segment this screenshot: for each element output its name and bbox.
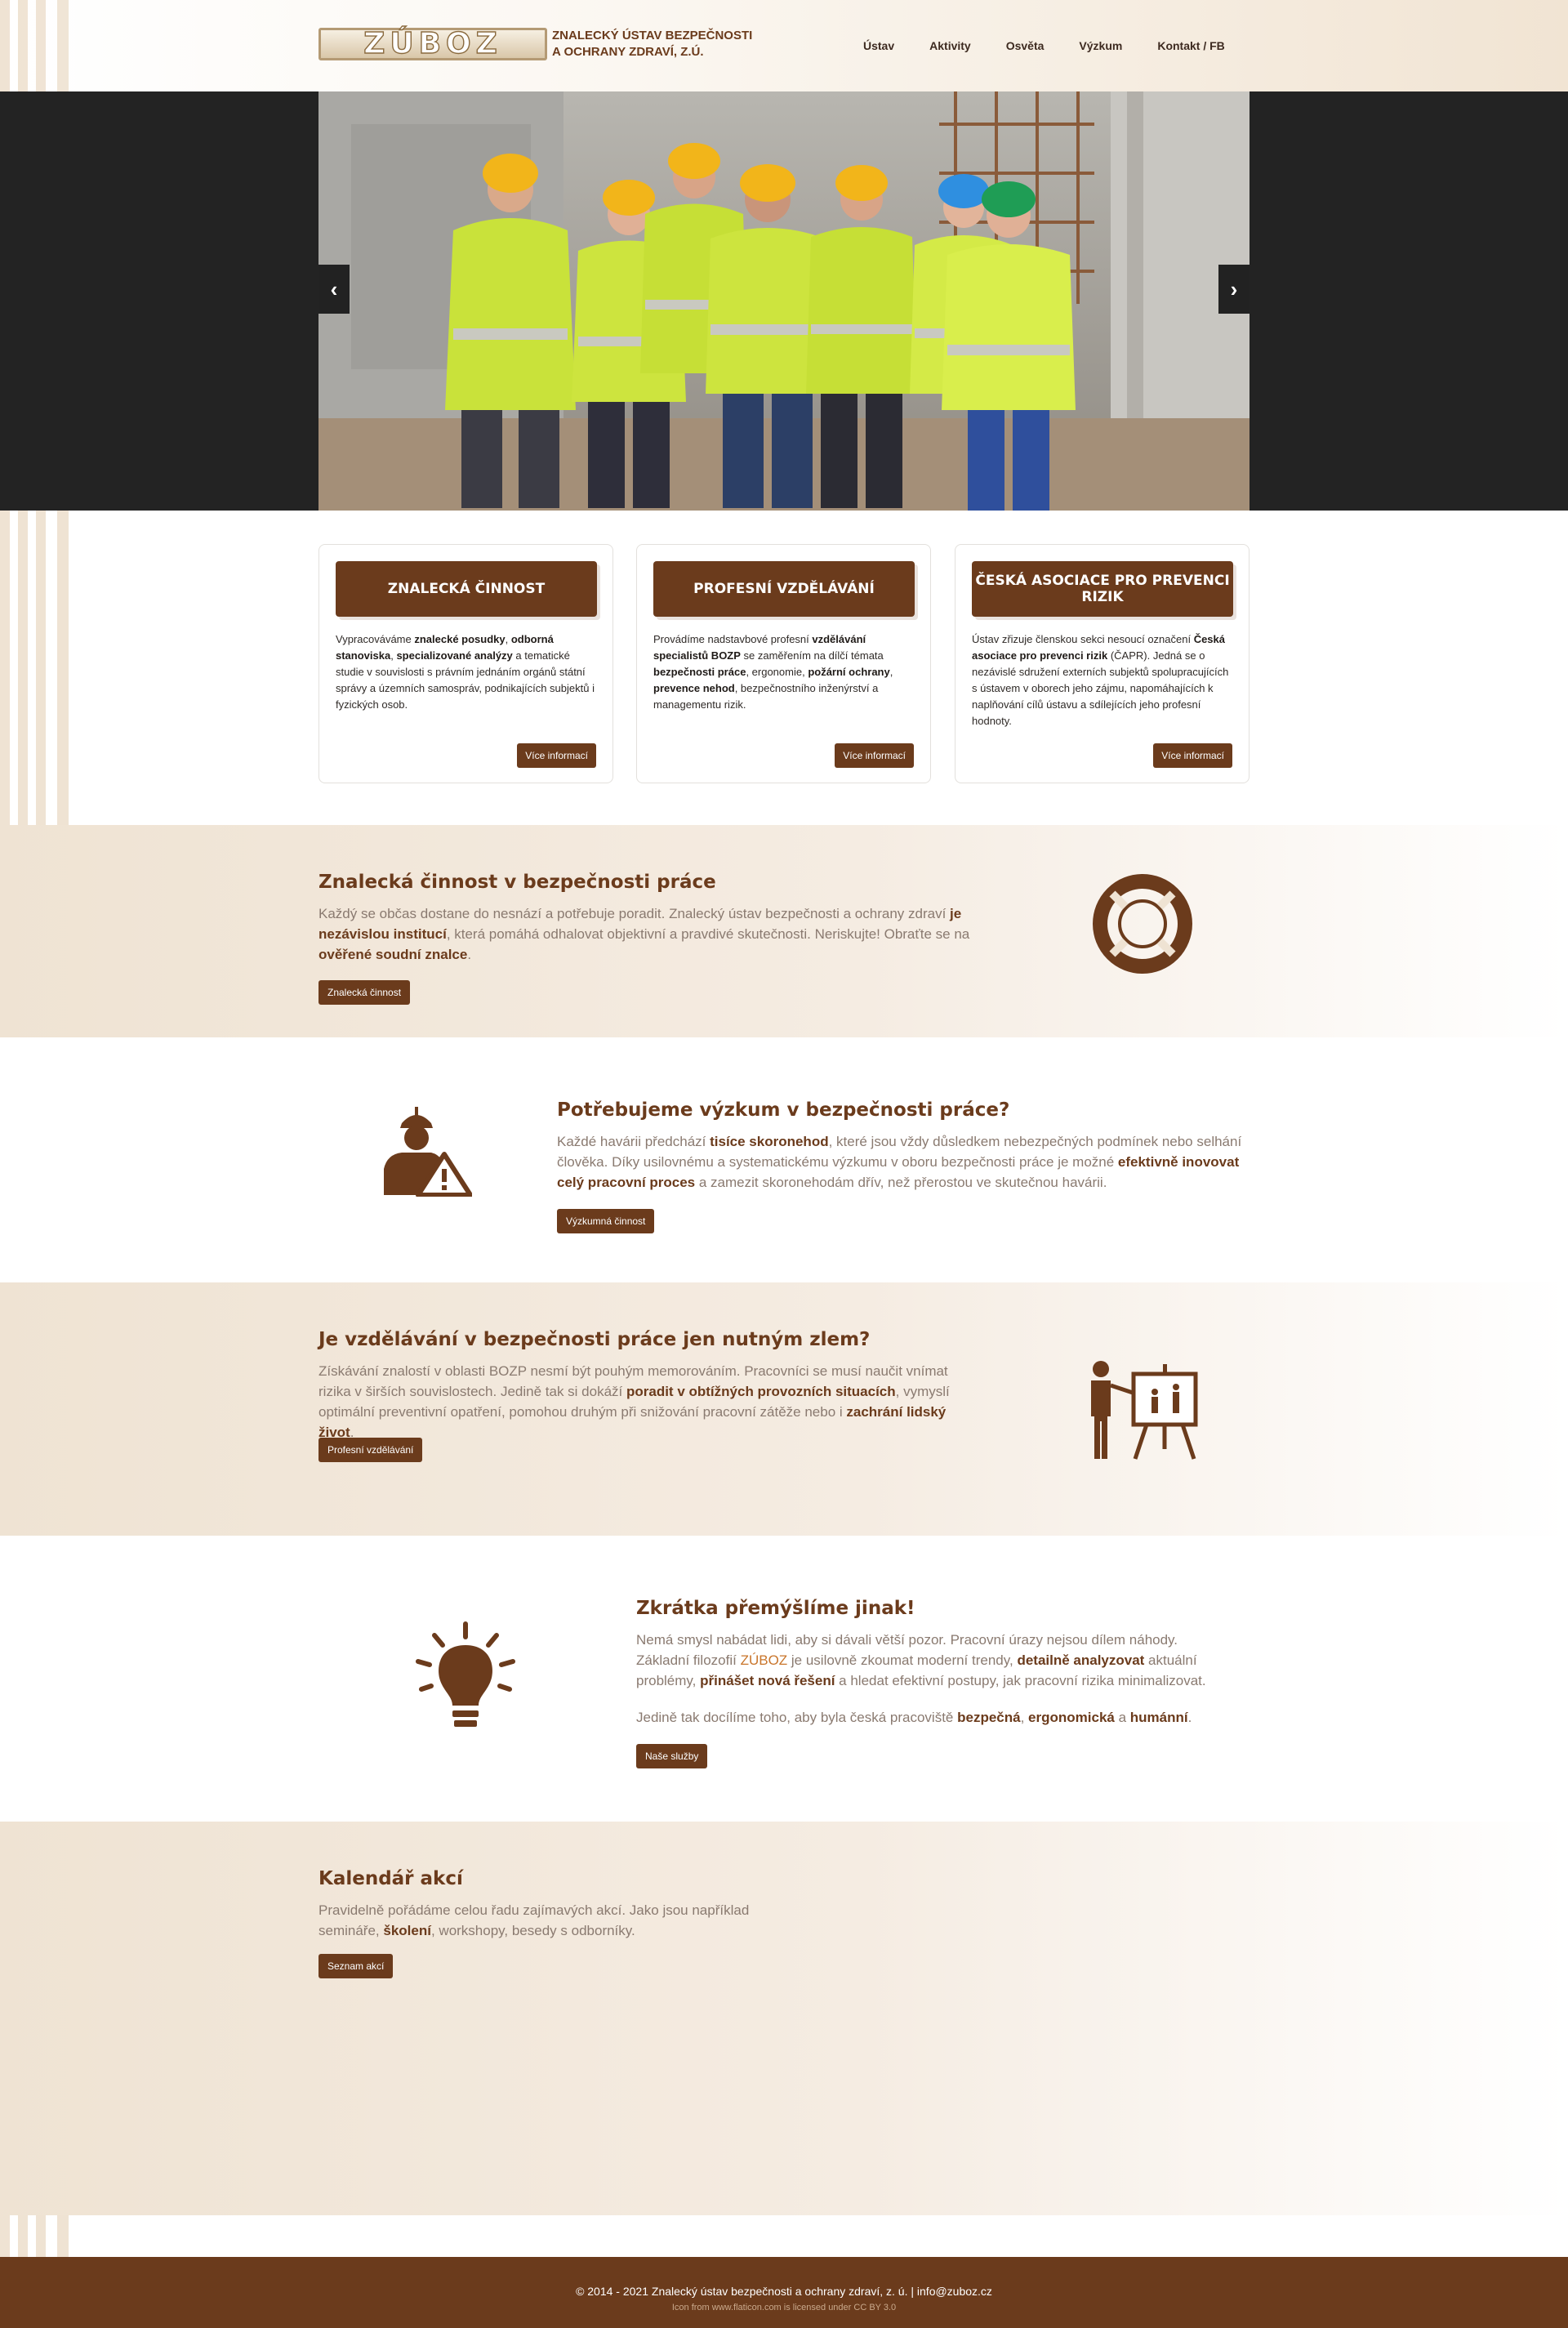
section-text: Získávání znalostí v oblasti BOZP nesmí … xyxy=(318,1363,950,1440)
section-title: Znalecká činnost v bezpečnosti práce xyxy=(318,872,716,893)
card-text: Provádíme nadstavbové profesní vzděláván… xyxy=(653,633,893,711)
site-header: ZÚBOZ ZNALECKÝ ÚSTAV BEZPEČNOSTI A OCHRA… xyxy=(0,0,1568,91)
section-research: Potřebujeme výzkum v bezpečnosti práce? … xyxy=(0,1037,1568,1282)
hero-photo xyxy=(318,91,1250,511)
org-name-line2: A OCHRANY ZDRAVÍ, z.ú. xyxy=(552,45,704,59)
lightbulb-icon xyxy=(416,1621,515,1727)
section-text: Nemá smysl nabádat lidi, aby si dávali v… xyxy=(636,1632,1206,1688)
nav-ustav[interactable]: Ústav xyxy=(863,39,894,52)
worker-warning-icon xyxy=(384,1107,472,1197)
section-title: Zkrátka přemýšlíme jinak! xyxy=(636,1598,915,1619)
card-more-button[interactable]: Více informací xyxy=(835,743,914,768)
footer-copyright: © 2014 - 2021 Znalecký ústav bezpečnosti… xyxy=(576,2285,992,2298)
card-more-button[interactable]: Více informací xyxy=(517,743,596,768)
section-text: Pravidelně pořádáme celou řadu zajímavýc… xyxy=(318,1902,750,1938)
section-education: Je vzdělávání v bezpečnosti práce jen nu… xyxy=(0,1282,1568,1536)
nav-osveta[interactable]: Osvěta xyxy=(1006,39,1045,52)
feature-cards: ZNALECKÁ ČINNOST Vypracováváme znalecké … xyxy=(318,544,1250,783)
card-expert: ZNALECKÁ ČINNOST Vypracováváme znalecké … xyxy=(318,544,613,783)
events-list-button[interactable]: Seznam akcí xyxy=(318,1954,394,1978)
card-text: Ústav zřizuje členskou sekci nesoucí ozn… xyxy=(972,633,1229,727)
footer-credit: Icon from www.flaticon.com is licensed u… xyxy=(671,2303,897,2312)
site-footer: © 2014 - 2021 Znalecký ústav bezpečnosti… xyxy=(0,2257,1568,2328)
card-title: PROFESNÍ VZDĚLÁVÁNÍ xyxy=(653,561,915,617)
section-text-2: Jedině tak docílíme toho, aby byla česká… xyxy=(636,1710,1192,1725)
org-name-line1: ZNALECKÝ ÚSTAV BEZPEČNOSTI xyxy=(552,29,753,42)
lifebuoy-icon xyxy=(1093,874,1192,974)
card-title: ZNALECKÁ ČINNOST xyxy=(336,561,597,617)
hero-photo-illustration xyxy=(318,91,1250,511)
section-title: Potřebujeme výzkum v bezpečnosti práce? xyxy=(557,1099,1010,1121)
slider-next-button[interactable]: › xyxy=(1218,265,1250,314)
presentation-icon xyxy=(1091,1361,1198,1460)
card-capr: ČESKÁ ASOCIACE PRO PREVENCI RIZIK Ústav … xyxy=(955,544,1250,783)
slider-prev-button[interactable]: ‹ xyxy=(318,265,350,314)
section-text: Každé havárii předchází tisíce skoroneho… xyxy=(557,1134,1242,1190)
nav-vyzkum[interactable]: Výzkum xyxy=(1079,39,1122,52)
logo-word: ZÚBOZ xyxy=(363,27,502,60)
card-text: Vypracováváme znalecké posudky, odborná … xyxy=(336,633,595,711)
expert-activity-button[interactable]: Znalecká činnost xyxy=(318,980,411,1005)
card-education: PROFESNÍ VZDĚLÁVÁNÍ Provádíme nadstavbov… xyxy=(636,544,931,783)
main-nav: Ústav Aktivity Osvěta Výzkum Kontakt / F… xyxy=(863,39,1260,52)
research-activity-button[interactable]: Výzkumná činnost xyxy=(557,1209,655,1233)
org-name: ZNALECKÝ ÚSTAV BEZPEČNOSTI A OCHRANY ZDR… xyxy=(552,28,764,60)
education-button[interactable]: Profesní vzdělávání xyxy=(318,1438,423,1462)
section-title: Je vzdělávání v bezpečnosti práce jen nu… xyxy=(318,1329,871,1350)
section-title: Kalendář akcí xyxy=(318,1868,463,1889)
our-services-button[interactable]: Naše služby xyxy=(636,1744,708,1768)
card-more-button[interactable]: Více informací xyxy=(1153,743,1232,768)
card-title: ČESKÁ ASOCIACE PRO PREVENCI RIZIK xyxy=(972,561,1233,617)
section-think: Zkrátka přemýšlíme jinak! Nemá smysl nab… xyxy=(0,1536,1568,1822)
hero-slider: ‹ › xyxy=(0,91,1568,511)
nav-kontakt[interactable]: Kontakt / FB xyxy=(1157,39,1224,52)
nav-aktivity[interactable]: Aktivity xyxy=(929,39,971,52)
section-expert: Znalecká činnost v bezpečnosti práce Kaž… xyxy=(0,825,1568,1037)
section-calendar: Kalendář akcí Pravidelně pořádáme celou … xyxy=(0,1822,1568,2215)
logo[interactable]: ZÚBOZ xyxy=(318,28,547,60)
section-text: Každý se občas dostane do nesnází a potř… xyxy=(318,906,970,962)
